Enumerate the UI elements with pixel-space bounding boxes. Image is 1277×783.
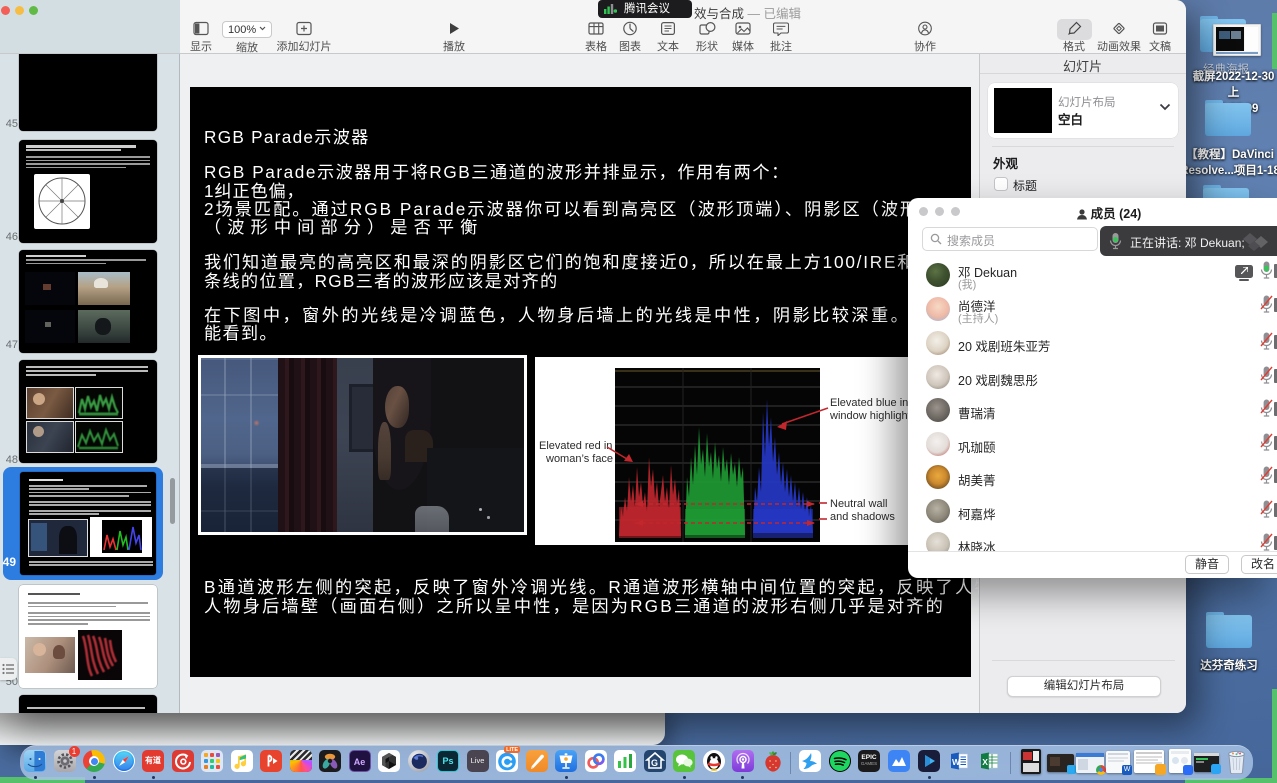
svg-text:Elevated blue in: Elevated blue in bbox=[830, 397, 908, 409]
svg-text:woman’s face: woman’s face bbox=[545, 453, 613, 465]
svg-text:Neutral wall: Neutral wall bbox=[830, 498, 887, 510]
svg-text:G: G bbox=[651, 758, 658, 768]
svg-text:Elevated red in: Elevated red in bbox=[539, 440, 612, 452]
svg-text:X: X bbox=[982, 757, 988, 767]
svg-text:and shadows: and shadows bbox=[830, 511, 895, 523]
svg-text:W: W bbox=[952, 757, 961, 767]
svg-text:window highlights: window highlights bbox=[829, 410, 915, 422]
